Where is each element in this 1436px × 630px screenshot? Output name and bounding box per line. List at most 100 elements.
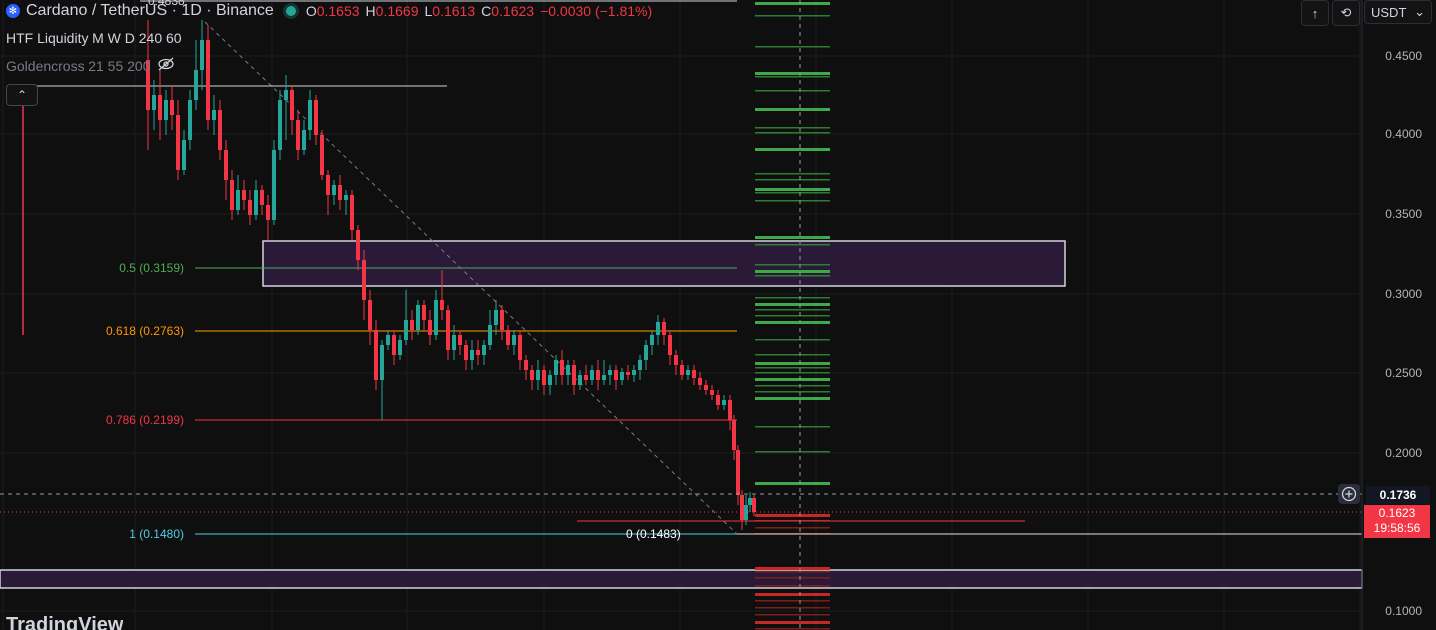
candle-body (428, 320, 432, 335)
candle-body (614, 370, 618, 380)
heatmap-bar (755, 385, 830, 387)
candle-body (662, 322, 666, 335)
candle-body (590, 370, 594, 380)
cardano-icon: ✻ (6, 4, 20, 18)
candle-body (170, 100, 174, 115)
heatmap-bar (755, 514, 830, 517)
heatmap-bar (755, 270, 830, 273)
fib-label-0-5: 0.5 (0.3159) (119, 261, 184, 275)
candle-body (494, 310, 498, 325)
collapse-legend-button[interactable]: ⌃ (6, 84, 38, 106)
lower-liquidity-zone (0, 569, 1363, 589)
reset-chart-button[interactable]: ⟲ (1332, 0, 1360, 26)
candle-body (602, 375, 606, 380)
candle-body (698, 378, 702, 385)
heatmap-bar (755, 321, 830, 324)
candle-body (752, 498, 756, 512)
upper-liquidity-zone (262, 240, 1066, 287)
candle-body (206, 40, 210, 120)
ohlc-low: L0.1613 (424, 3, 476, 19)
symbol-legend: ✻ Cardano / TetherUS · 1D · Binance O0.1… (6, 2, 658, 20)
candle-body (440, 300, 444, 310)
indicator-htf-liquidity[interactable]: HTF Liquidity M W D 240 60 (6, 30, 182, 46)
candle-body (596, 370, 600, 380)
candle-body (716, 395, 720, 405)
candle-body (266, 205, 270, 220)
heatmap-bar (755, 46, 830, 48)
candle-body (410, 320, 414, 330)
candle-body (748, 498, 752, 505)
indicator-goldencross[interactable]: Goldencross 21 55 200 (6, 57, 175, 74)
chart-grid (0, 0, 1362, 630)
candle-body (506, 330, 510, 345)
scroll-up-button[interactable]: ↑ (1301, 0, 1329, 26)
candle-body (500, 310, 504, 330)
candle-body (728, 400, 732, 420)
candle-body (736, 450, 740, 495)
candle-body (188, 100, 192, 140)
candle-body (578, 375, 582, 385)
heatmap-bar (755, 339, 830, 341)
candle-body (386, 335, 390, 345)
candle-body (476, 350, 480, 355)
candle-body (152, 95, 156, 110)
liquidity-heatmap (755, 2, 830, 630)
heatmap-bar (755, 200, 830, 202)
fibonacci-levels (10, 0, 1362, 535)
candle-body (452, 335, 456, 350)
candle-body (434, 300, 438, 335)
liquidity-zones (0, 240, 1363, 589)
candle-body (692, 370, 696, 378)
candle-body (704, 385, 708, 390)
candle-body (608, 370, 612, 375)
heatmap-bar (755, 600, 830, 602)
market-status-icon (285, 6, 296, 16)
candle-body (236, 190, 240, 210)
last-price: 0.1623 (1378, 506, 1416, 520)
price-tick: 0.3500 (1385, 207, 1422, 221)
candle-body (284, 90, 288, 100)
candle-body (194, 70, 198, 100)
heatmap-bar (755, 76, 830, 78)
candle-body (554, 360, 558, 375)
candle-body (356, 230, 360, 260)
crosshair-price-badge: 0.1736 (1366, 486, 1430, 504)
candle-body (530, 370, 534, 380)
price-change: −0.0030 (−1.81%) (540, 3, 653, 19)
candle-body (548, 375, 552, 385)
fib-label-0-786: 0.786 (0.2199) (105, 413, 184, 427)
heatmap-bar (755, 567, 830, 570)
heatmap-bar (755, 303, 830, 306)
candle-body (212, 110, 216, 120)
hidden-eye-icon[interactable] (157, 57, 175, 74)
heatmap-bar (755, 571, 830, 573)
currency-select[interactable]: USDT ⌄ (1364, 0, 1432, 24)
heatmap-bar (755, 244, 830, 246)
fib-label-0: 0 (0.1483) (626, 527, 681, 541)
heatmap-bar (755, 628, 830, 630)
candle-body (584, 375, 588, 380)
candle-body (638, 360, 642, 370)
candle-body (218, 110, 222, 150)
heatmap-bar (755, 108, 830, 111)
candle-body (248, 200, 252, 215)
candle-body (518, 335, 522, 360)
candle-body (182, 140, 186, 170)
candle-body (644, 345, 648, 360)
candle-body (272, 150, 276, 220)
chart-canvas[interactable] (0, 0, 1436, 630)
price-tick: 0.2500 (1385, 366, 1422, 380)
heatmap-bar (755, 236, 830, 239)
candle-body (296, 120, 300, 150)
candle-body (422, 305, 426, 320)
heatmap-bar (755, 173, 830, 175)
heatmap-bar (755, 482, 830, 485)
heatmap-bar (755, 127, 830, 129)
heatmap-bar (755, 264, 830, 266)
add-alert-icon[interactable] (1338, 484, 1360, 504)
candle-body (470, 350, 474, 360)
candle-body (200, 40, 204, 70)
fib-label-1: 1 (0.1480) (129, 527, 184, 541)
candle-body (680, 365, 684, 375)
candle-body (650, 335, 654, 345)
